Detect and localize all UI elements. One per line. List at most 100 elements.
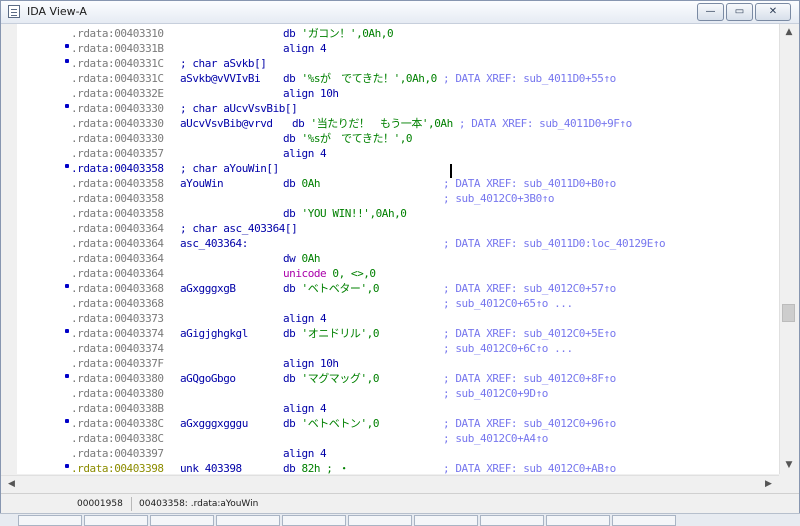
line-label[interactable]: aGQgoGbgo — [180, 371, 236, 386]
line-instruction: align 4 — [283, 446, 327, 461]
strip-tab[interactable] — [18, 515, 82, 526]
horizontal-scrollbar[interactable]: ◀ ▶ — [1, 475, 779, 493]
line-label[interactable]: ; char asc_403364[] — [180, 221, 298, 236]
line-mnemonic: align 4 — [283, 447, 327, 460]
listing-line[interactable]: .rdata:00403368 aGxgggxgB db 'ベトベター',0 ; DA… — [17, 281, 777, 296]
line-address: .rdata:00403358 — [71, 192, 164, 205]
line-operand: ,0 — [399, 132, 413, 145]
xref-bullet-icon — [65, 59, 69, 63]
line-label[interactable]: aUcvVsvBib@vrvd — [180, 116, 273, 131]
maximize-button[interactable]: ▭ — [726, 3, 753, 21]
line-instruction: db 'オニドリル',0 — [283, 326, 379, 341]
line-instruction: align 4 — [283, 311, 327, 326]
listing-line[interactable]: .rdata:0040338B align 4 — [17, 401, 777, 416]
line-mnemonic: db — [283, 72, 302, 85]
listing-line[interactable]: .rdata:00403380 aGQgoGbgo db 'マグマッグ',0 ; DA… — [17, 371, 777, 386]
scroll-left-arrow-icon[interactable]: ◀ — [3, 476, 20, 493]
line-label[interactable]: asc_403364: — [180, 236, 248, 251]
xref-bullet-icon — [65, 374, 69, 378]
line-label[interactable]: aSvkb@vVVIvBi — [180, 71, 261, 86]
line-operand: 'ベトベター' — [301, 282, 368, 295]
xref-bullet-icon — [65, 44, 69, 48]
scroll-up-arrow-icon[interactable]: ▲ — [780, 24, 798, 41]
line-address: .rdata:00403358 — [71, 177, 164, 190]
line-instruction: db '%sが でてきた！',0 — [283, 131, 413, 146]
listing-line[interactable]: .rdata:0040332E align 10h — [17, 86, 777, 101]
strip-tab[interactable] — [414, 515, 478, 526]
line-label[interactable]: aGxgggxgggu — [180, 416, 248, 431]
listing-line[interactable]: .rdata:00403374 ; sub_4012C0+6C↑o ... — [17, 341, 777, 356]
listing-line[interactable]: .rdata:00403358 aYouWin db 0Ah ; DATA XREF:… — [17, 176, 777, 191]
listing-line[interactable]: .rdata:00403358 ; sub_4012C0+3B0↑o — [17, 191, 777, 206]
line-address: .rdata:0040338C — [71, 417, 164, 430]
line-operand: 'マグマッグ' — [301, 372, 368, 385]
line-label[interactable]: ; char aUcvVsvBib[] — [180, 101, 298, 116]
listing-line[interactable]: .rdata:0040337F align 10h — [17, 356, 777, 371]
line-label[interactable]: aGxgggxgB — [180, 281, 236, 296]
line-comment: ; DATA XREF: sub_4011D0+B0↑o — [443, 177, 616, 190]
line-comment: ; DATA XREF: sub_4011D0:loc_40129E↑o — [443, 237, 666, 250]
strip-tab[interactable] — [612, 515, 676, 526]
listing-line[interactable]: .rdata:0040331C ; char aSvkb[] — [17, 56, 777, 71]
strip-tab[interactable] — [150, 515, 214, 526]
listing-line[interactable]: .rdata:00403358 db 'YOU WIN!!',0Ah,0 — [17, 206, 777, 221]
listing-line[interactable]: .rdata:00403310 db 'ガコン！',0Ah,0 — [17, 26, 777, 41]
listing-line[interactable]: .rdata:00403364 ; char asc_403364[] — [17, 221, 777, 236]
xref-bullet-icon — [65, 164, 69, 168]
strip-tab[interactable] — [546, 515, 610, 526]
line-operand: ,0Ah,0 — [399, 72, 437, 85]
listing-line[interactable]: .rdata:00403368 ; sub_4012C0+65↑o ... — [17, 296, 777, 311]
line-operand: '当たりだ！ もう一本' — [310, 117, 429, 130]
close-button[interactable]: ✕ — [755, 3, 791, 21]
line-label[interactable]: aYouWin — [180, 176, 224, 191]
minimize-button[interactable]: — — [697, 3, 724, 21]
line-comment: ; sub_4012C0+65↑o ... — [443, 297, 573, 310]
line-instruction: db 0Ah — [283, 176, 321, 191]
strip-tab[interactable] — [480, 515, 544, 526]
listing-line[interactable]: .rdata:00403397 align 4 — [17, 446, 777, 461]
scroll-right-arrow-icon[interactable]: ▶ — [760, 476, 777, 493]
listing-line[interactable]: .rdata:00403374 aGigjghgkgl db 'オニドリル',0 ; … — [17, 326, 777, 341]
listing-line[interactable]: .rdata:00403364 asc_403364: ; DATA XREF: s… — [17, 236, 777, 251]
scroll-down-arrow-icon[interactable]: ▼ — [780, 457, 798, 474]
listing-line[interactable]: .rdata:0040338C aGxgggxgggu db 'ベトベトン',0 ; … — [17, 416, 777, 431]
listing-line[interactable]: .rdata:00403357 align 4 — [17, 146, 777, 161]
listing-line[interactable]: .rdata:00403398 unk_403398 db 82h ; ・ ; DAT… — [17, 461, 777, 474]
status-divider — [131, 497, 132, 511]
listing-line[interactable]: .rdata:00403364 unicode 0, <>,0 — [17, 266, 777, 281]
line-operand: ,0 — [366, 282, 380, 295]
strip-tab[interactable] — [216, 515, 280, 526]
line-address: .rdata:00403397 — [71, 447, 164, 460]
line-mnemonic: align 4 — [283, 312, 327, 325]
vertical-scrollbar[interactable]: ▲ ▼ — [779, 24, 798, 474]
disassembly-listing[interactable]: .rdata:00403310 db 'ガコン！',0Ah,0 .rdata:004… — [17, 24, 779, 474]
listing-line[interactable]: .rdata:0040331B align 4 — [17, 41, 777, 56]
listing-line[interactable]: .rdata:00403373 align 4 — [17, 311, 777, 326]
line-instruction: align 10h — [283, 86, 339, 101]
line-comment: ; sub_4012C0+9D↑o — [443, 387, 548, 400]
strip-tab[interactable] — [282, 515, 346, 526]
line-label[interactable]: aGigjghgkgl — [180, 326, 248, 341]
line-operand: 'YOU WIN!!' — [301, 207, 370, 220]
title-bar[interactable]: IDA View-A — ▭ ✕ — [1, 1, 799, 24]
line-instruction: db 'YOU WIN!!',0Ah,0 — [283, 206, 407, 221]
listing-line[interactable]: .rdata:00403330 ; char aUcvVsvBib[] — [17, 101, 777, 116]
line-label[interactable]: ; char aSvkb[] — [180, 56, 267, 71]
line-mnemonic: align 4 — [283, 402, 327, 415]
line-comment: ; DATA XREF: sub_4012C0+5E↑o — [443, 327, 616, 340]
listing-line[interactable]: .rdata:00403364 dw 0Ah — [17, 251, 777, 266]
line-label[interactable]: ; char aYouWin[] — [180, 161, 279, 176]
line-operand: 0, <>,0 — [332, 267, 376, 280]
line-address: .rdata:00403358 — [71, 207, 164, 220]
listing-line[interactable]: .rdata:0040331C aSvkb@vVVIvBi db '%sが でてきた… — [17, 71, 777, 86]
scroll-thumb[interactable] — [782, 303, 795, 322]
strip-tab[interactable] — [84, 515, 148, 526]
listing-line[interactable]: .rdata:00403330 aUcvVsvBib@vrvd db '当たりだ！ … — [17, 116, 777, 131]
strip-tab[interactable] — [348, 515, 412, 526]
status-location: 00403358: .rdata:aYouWin — [139, 499, 259, 509]
listing-line[interactable]: .rdata:00403380 ; sub_4012C0+9D↑o — [17, 386, 777, 401]
line-label[interactable]: unk_403398 — [180, 461, 242, 474]
listing-line[interactable]: .rdata:00403330 db '%sが でてきた！',0 — [17, 131, 777, 146]
listing-line[interactable]: .rdata:0040338C ; sub_4012C0+A4↑o — [17, 431, 777, 446]
listing-line[interactable]: .rdata:00403358 ; char aYouWin[] — [17, 161, 777, 176]
